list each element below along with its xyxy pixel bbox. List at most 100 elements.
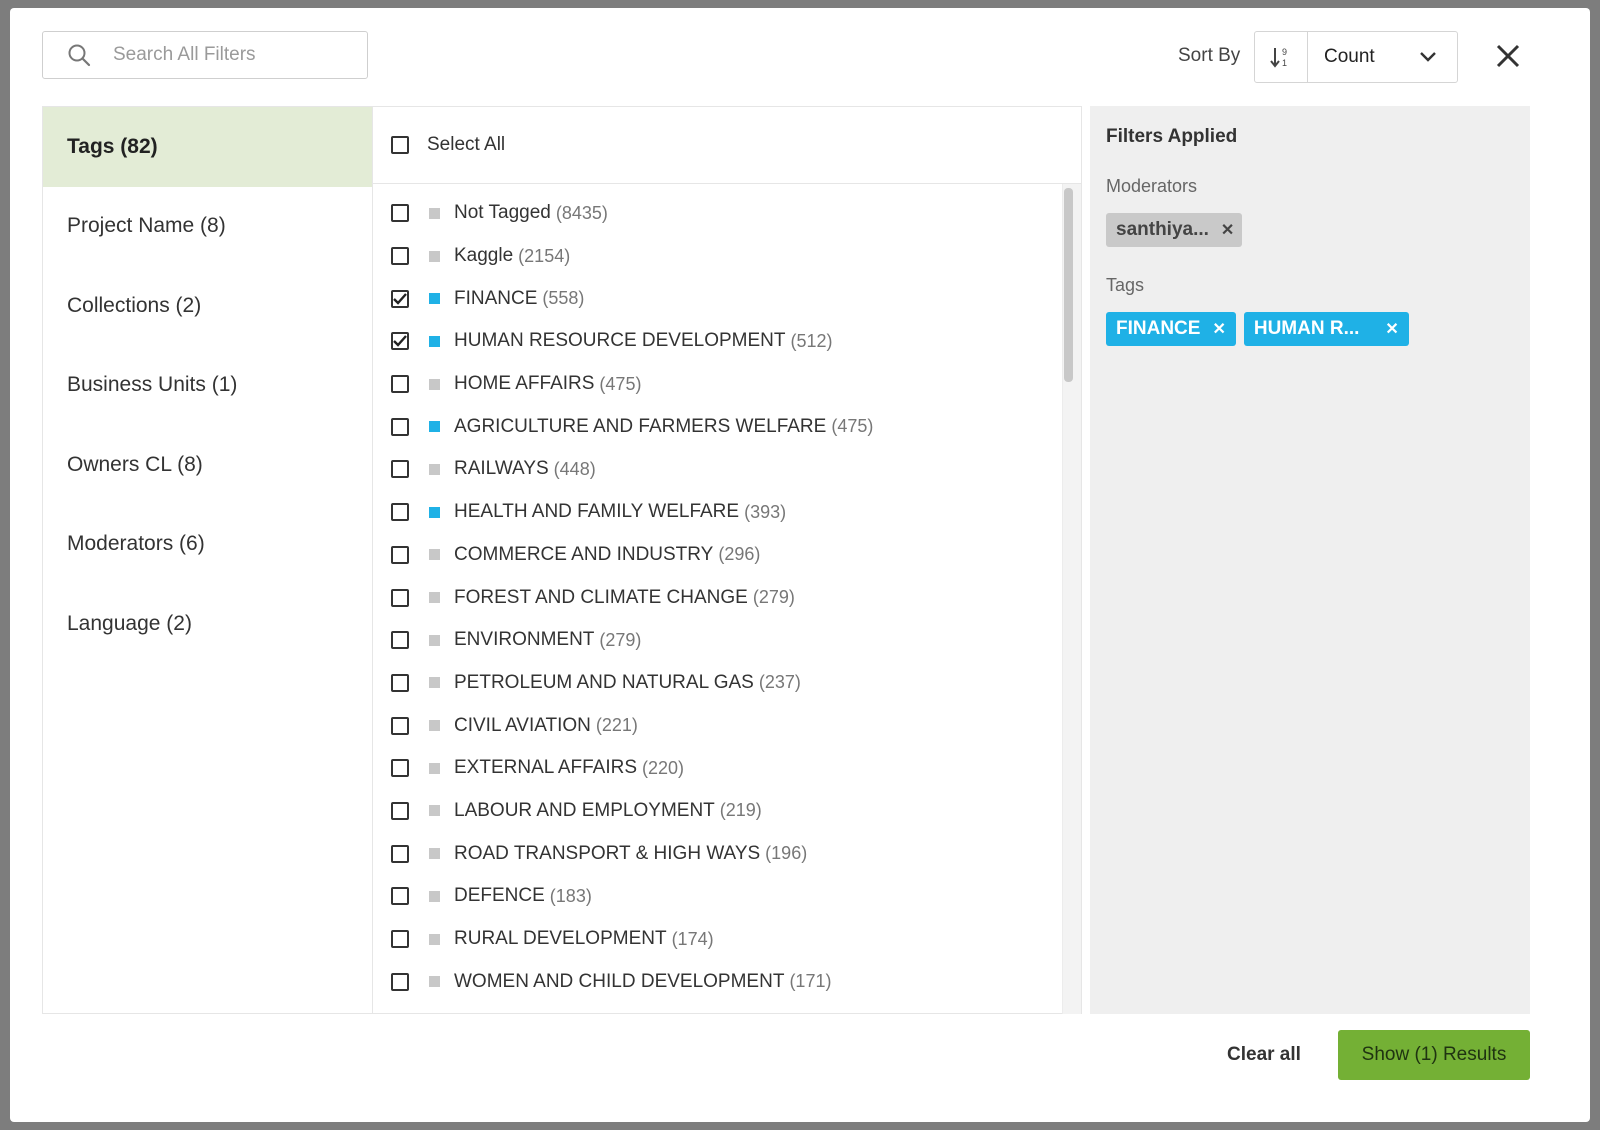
category-business-units[interactable]: Business Units (1) [43,346,372,426]
color-swatch [429,421,440,433]
option-checkbox[interactable] [391,332,409,351]
chip-label: HUMAN R... [1253,318,1360,339]
option-checkbox[interactable] [391,460,409,479]
filter-option-row[interactable]: HOME AFFAIRS (475) [373,363,1081,406]
chevron-down-icon [1420,52,1436,62]
color-swatch [429,762,440,774]
filter-option-row[interactable]: AGRICULTURE AND FARMERS WELFARE (475) [373,405,1081,448]
filter-option-row[interactable]: HUMAN RESOURCE DEVELOPMENT (512) [373,320,1081,363]
option-checkbox[interactable] [391,759,409,778]
option-count: (475) [599,373,642,394]
chip-label: FINANCE [1116,318,1201,339]
sort-direction-button[interactable]: 9 1 [1255,32,1308,82]
search-box[interactable] [42,31,368,79]
option-label: Not Tagged [454,202,551,224]
sort-control: 9 1 Count [1254,31,1458,83]
select-all-checkbox[interactable] [391,136,409,154]
option-checkbox[interactable] [391,631,409,650]
option-label: Kaggle [454,245,514,267]
option-label: EXTERNAL AFFAIRS [454,757,638,779]
sort-select-value: Count [1324,46,1375,67]
filter-option-list: Not Tagged (8435) Kaggle (2154) FINANCE (558)… [373,184,1081,1014]
option-label: FINANCE [454,287,538,309]
category-owners-cl[interactable]: Owners CL (8) [43,425,372,505]
option-checkbox[interactable] [391,716,409,735]
option-checkbox[interactable] [391,930,409,949]
color-swatch [429,976,440,988]
filter-option-row[interactable]: ROAD TRANSPORT & HIGH WAYS (196) [373,832,1081,875]
option-count: (174) [671,928,714,949]
filter-option-row[interactable]: RAILWAYS (448) [373,448,1081,491]
scrollbar-thumb[interactable] [1064,188,1073,382]
filter-option-row[interactable]: ENVIRONMENT (279) [373,619,1081,662]
category-moderators[interactable]: Moderators (6) [43,505,372,585]
option-checkbox[interactable] [391,887,409,906]
filter-option-row[interactable]: DEFENCE (183) [373,875,1081,918]
option-label: PETROLEUM AND NATURAL GAS [454,671,754,693]
filter-option-row[interactable]: COMMERCE AND INDUSTRY (296) [373,534,1081,577]
option-label: DEFENCE [454,885,545,907]
sort-ascending-icon: 9 1 [1270,47,1287,68]
clear-all-button[interactable]: Clear all [1227,1044,1301,1066]
filter-option-row[interactable]: HEALTH AND FAMILY WELFARE (393) [373,491,1081,534]
sort-select[interactable]: Count [1308,32,1457,82]
color-swatch [429,335,440,347]
option-checkbox[interactable] [391,289,409,308]
filter-option-row[interactable]: LABOUR AND EMPLOYMENT (219) [373,790,1081,833]
filter-option-row[interactable]: Kaggle (2154) [373,235,1081,278]
option-label: COMMERCE AND INDUSTRY [454,543,714,565]
filter-option-row[interactable]: RURAL DEVELOPMENT (174) [373,918,1081,961]
remove-chip-icon[interactable]: ✕ [1212,319,1225,339]
moderators-heading: Moderators [1106,176,1198,196]
option-checkbox[interactable] [391,204,409,223]
close-icon[interactable] [1494,42,1522,70]
filter-option-row[interactable]: PETROLEUM AND NATURAL GAS (237) [373,662,1081,705]
option-checkbox[interactable] [391,972,409,991]
option-label: HUMAN RESOURCE DEVELOPMENT [454,330,786,352]
option-checkbox[interactable] [391,673,409,692]
select-all-row[interactable]: Select All [373,107,1081,184]
category-project-name[interactable]: Project Name (8) [43,187,372,267]
option-label: LABOUR AND EMPLOYMENT [454,799,715,821]
color-swatch [429,378,440,390]
svg-text:9: 9 [1282,47,1287,57]
option-label: HOME AFFAIRS [454,373,595,395]
option-checkbox[interactable] [391,844,409,863]
remove-chip-icon[interactable]: ✕ [1221,220,1234,240]
option-label: AGRICULTURE AND FARMERS WELFARE [454,415,827,437]
search-input[interactable] [111,43,335,67]
filter-option-row[interactable]: Not Tagged (8435) [373,192,1081,235]
filter-option-row[interactable]: FINANCE (558) [373,277,1081,320]
option-label: HEALTH AND FAMILY WELFARE [454,501,740,523]
option-count: (279) [752,587,795,608]
moderator-chip: santhiya... ✕ [1106,213,1242,247]
option-checkbox[interactable] [391,801,409,820]
option-count: (475) [831,416,874,437]
option-checkbox[interactable] [391,588,409,607]
color-swatch [429,848,440,860]
option-count: (8435) [555,202,608,223]
option-checkbox[interactable] [391,247,409,266]
option-checkbox[interactable] [391,375,409,394]
show-results-button[interactable]: Show (1) Results [1338,1030,1530,1080]
option-count: (393) [744,501,787,522]
filter-option-row[interactable]: CIVIL AVIATION (221) [373,704,1081,747]
filter-option-row[interactable]: EXTERNAL AFFAIRS (220) [373,747,1081,790]
category-tags[interactable]: Tags (82) [43,107,372,187]
filter-option-row[interactable]: FOREST AND CLIMATE CHANGE (279) [373,576,1081,619]
color-swatch [429,506,440,518]
color-swatch [429,207,440,219]
filter-categories: Tags (82) Project Name (8) Collections (… [42,106,372,1014]
filters-applied-panel: Filters Applied Moderators santhiya... ✕… [1090,106,1530,1014]
color-swatch [429,250,440,262]
category-language[interactable]: Language (2) [43,584,372,664]
option-label: WOMEN AND CHILD DEVELOPMENT [454,970,785,992]
remove-chip-icon[interactable]: ✕ [1385,319,1398,339]
option-count: (183) [549,885,592,906]
option-checkbox[interactable] [391,503,409,522]
category-collections[interactable]: Collections (2) [43,266,372,346]
option-checkbox[interactable] [391,545,409,564]
option-checkbox[interactable] [391,417,409,436]
filter-option-row[interactable]: WOMEN AND CHILD DEVELOPMENT (171) [373,960,1081,1003]
color-swatch [429,549,440,561]
